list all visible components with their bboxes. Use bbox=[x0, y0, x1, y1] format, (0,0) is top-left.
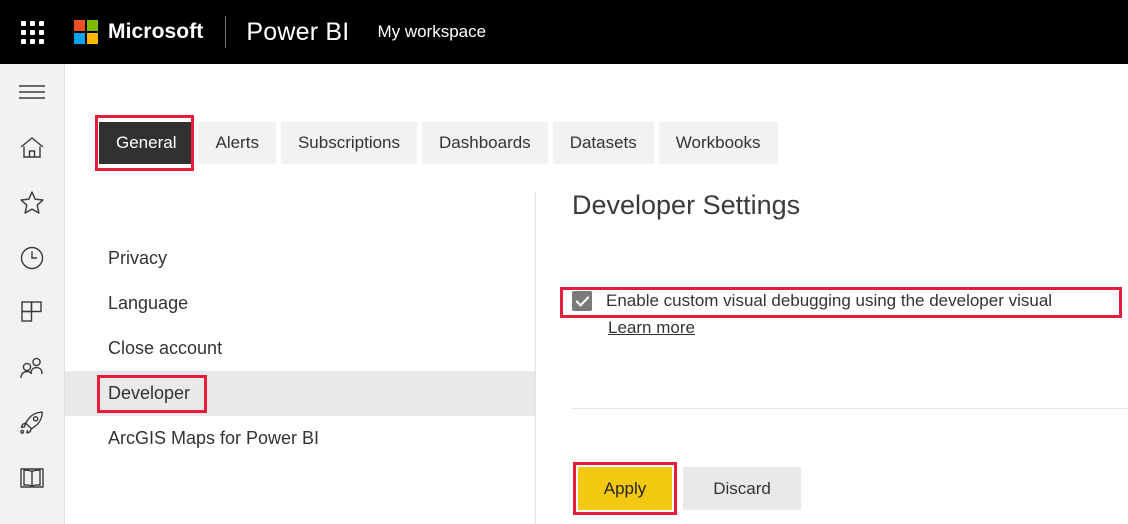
waffle-dot bbox=[39, 30, 44, 35]
waffle-grid bbox=[21, 21, 44, 44]
clock-icon[interactable] bbox=[0, 230, 64, 285]
menu-item-arcgis-maps[interactable]: ArcGIS Maps for Power BI bbox=[65, 416, 535, 461]
waffle-dot bbox=[30, 21, 35, 26]
microsoft-logo-link[interactable]: Microsoft bbox=[74, 20, 203, 44]
apply-button[interactable]: Apply bbox=[578, 467, 672, 510]
page-title: Developer Settings bbox=[572, 188, 1128, 222]
menu-item-close-account[interactable]: Close account bbox=[65, 326, 535, 371]
menu-item-developer[interactable]: Developer bbox=[65, 371, 535, 416]
waffle-dot bbox=[39, 21, 44, 26]
waffle-dot bbox=[39, 39, 44, 44]
panel-actions: Apply Discard bbox=[578, 467, 801, 510]
tab-datasets[interactable]: Datasets bbox=[553, 122, 654, 164]
star-icon[interactable] bbox=[0, 175, 64, 230]
learn-more-link[interactable]: Learn more bbox=[608, 318, 695, 338]
rocket-icon[interactable] bbox=[0, 395, 64, 450]
power-bi-title[interactable]: Power BI bbox=[246, 18, 349, 47]
tab-subscriptions[interactable]: Subscriptions bbox=[281, 122, 417, 164]
microsoft-logo-icon bbox=[74, 20, 98, 44]
header-divider bbox=[225, 16, 226, 48]
logo-square-yellow bbox=[87, 33, 98, 44]
waffle-dot bbox=[21, 30, 26, 35]
tab-workbooks[interactable]: Workbooks bbox=[659, 122, 778, 164]
waffle-dot bbox=[21, 39, 26, 44]
apps-icon[interactable] bbox=[0, 285, 64, 340]
developer-settings-panel: Developer Settings bbox=[572, 188, 1128, 222]
waffle-dot bbox=[30, 30, 35, 35]
home-icon[interactable] bbox=[0, 120, 64, 175]
hamburger-menu-icon[interactable] bbox=[0, 64, 64, 120]
logo-square-blue bbox=[74, 33, 85, 44]
shared-with-me-icon[interactable] bbox=[0, 340, 64, 395]
menu-item-language[interactable]: Language bbox=[65, 281, 535, 326]
menu-item-privacy[interactable]: Privacy bbox=[65, 236, 535, 281]
left-nav-rail bbox=[0, 64, 65, 524]
logo-square-green bbox=[87, 20, 98, 31]
panel-horizontal-divider bbox=[572, 408, 1128, 409]
enable-custom-visual-debugging-checkbox[interactable] bbox=[572, 291, 592, 311]
top-header-bar: Microsoft Power BI My workspace bbox=[0, 0, 1128, 64]
settings-tabs: General Alerts Subscriptions Dashboards … bbox=[99, 122, 778, 164]
panel-vertical-divider bbox=[535, 193, 536, 524]
check-icon bbox=[576, 296, 589, 307]
app-launcher-waffle-icon[interactable] bbox=[8, 0, 56, 64]
tab-alerts[interactable]: Alerts bbox=[198, 122, 275, 164]
settings-menu-list: Privacy Language Close account Developer… bbox=[65, 236, 535, 461]
microsoft-wordmark: Microsoft bbox=[108, 20, 203, 44]
discard-button[interactable]: Discard bbox=[683, 467, 801, 510]
tab-general[interactable]: General bbox=[99, 122, 193, 164]
book-icon[interactable] bbox=[0, 450, 64, 505]
waffle-dot bbox=[21, 21, 26, 26]
waffle-dot bbox=[30, 39, 35, 44]
logo-square-red bbox=[74, 20, 85, 31]
workspace-name[interactable]: My workspace bbox=[377, 22, 486, 42]
enable-custom-visual-debugging-row[interactable]: Enable custom visual debugging using the… bbox=[572, 291, 1052, 311]
enable-custom-visual-debugging-label: Enable custom visual debugging using the… bbox=[606, 291, 1052, 311]
tab-dashboards[interactable]: Dashboards bbox=[422, 122, 548, 164]
